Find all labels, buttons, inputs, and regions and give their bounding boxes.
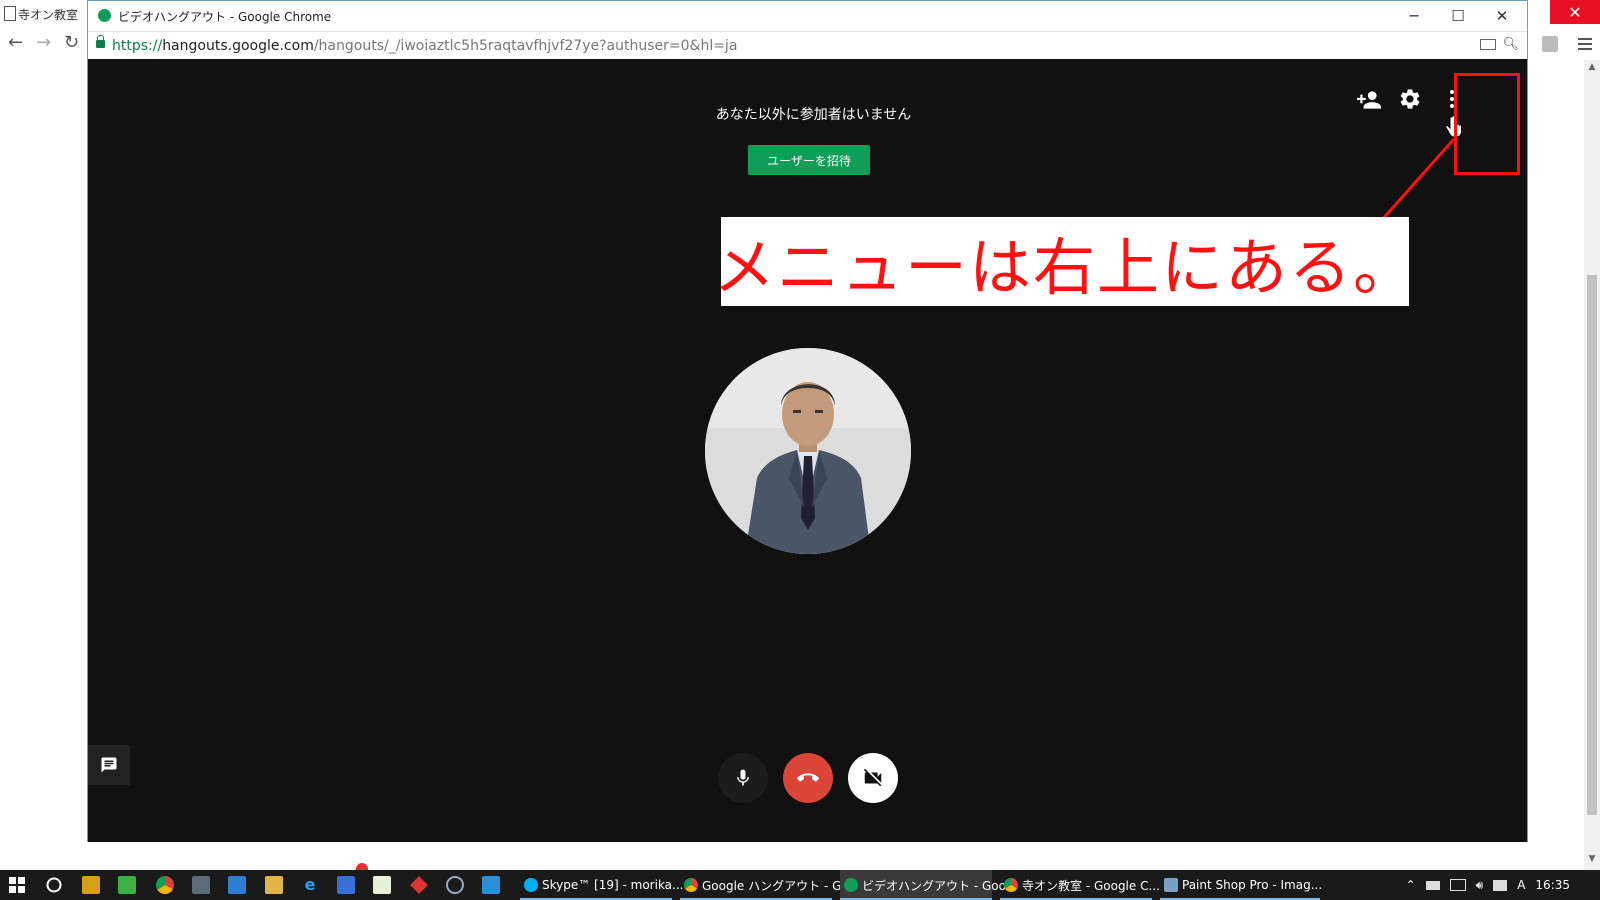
clock[interactable]: 16:35 <box>1535 878 1570 892</box>
call-area: あなた以外に参加者はいません ユーザーを招待 メニューは右上にある。 <box>88 59 1527 842</box>
pinned-app-icon[interactable] <box>337 876 355 894</box>
hang-up-icon <box>797 773 819 782</box>
camera-permission-icon[interactable] <box>1480 39 1497 50</box>
annotation-text: メニューは右上にある。 <box>713 230 1418 304</box>
pinned-app-icon[interactable] <box>82 876 100 894</box>
cortana-search-icon[interactable] <box>45 876 63 894</box>
url-text[interactable]: https://hangouts.google.com/hangouts/_/i… <box>112 38 737 54</box>
hang-up-button[interactable] <box>783 753 833 803</box>
taskbar-item-skype[interactable]: Skype™ [19] - morika... <box>520 870 683 900</box>
background-toolbar-right <box>1520 30 1600 60</box>
pinned-app-icon[interactable] <box>446 876 464 894</box>
video-off-icon <box>863 768 882 787</box>
background-nav: ← → ↻ <box>0 30 90 58</box>
hangouts-window: ビデオハングアウト - Google Chrome ─ ☐ ✕ https://… <box>87 0 1528 842</box>
background-tab-title: 寺オン教室 <box>18 7 79 22</box>
chrome-icon <box>1004 878 1018 892</box>
battery-icon[interactable] <box>1425 880 1440 890</box>
taskbar-item-video-hangout[interactable]: ビデオハングアウト - Goo... <box>840 870 1017 900</box>
pinned-app-icon[interactable] <box>192 876 210 894</box>
microphone-icon <box>737 769 749 786</box>
pinned-app-icon[interactable] <box>118 876 136 894</box>
chat-button[interactable] <box>88 745 130 785</box>
skype-icon <box>524 878 538 892</box>
chat-icon <box>101 757 117 773</box>
pinned-app-icon[interactable] <box>410 876 428 894</box>
chrome-icon[interactable] <box>156 876 174 894</box>
lock-icon <box>96 35 105 48</box>
reload-icon[interactable]: ↻ <box>64 32 79 53</box>
close-button[interactable]: ✕ <box>1487 5 1517 27</box>
camera-off-button[interactable] <box>848 753 898 803</box>
participant-avatar <box>705 348 911 554</box>
address-bar-icons: 🔍︎ <box>1480 37 1519 52</box>
file-explorer-icon[interactable] <box>265 876 283 894</box>
pinned-app-icon[interactable] <box>482 876 500 894</box>
minimize-button[interactable]: ─ <box>1399 5 1429 27</box>
pinned-app-icon[interactable] <box>228 876 246 894</box>
rss-icon[interactable] <box>1520 30 1600 60</box>
notifications-icon[interactable] <box>1493 879 1508 891</box>
page-scrollbar[interactable]: ▲ ▼ <box>1584 60 1600 870</box>
taskbar-item-google-hangouts[interactable]: Google ハングアウト - G... <box>680 870 853 900</box>
annotation-callout: メニューは右上にある。 <box>713 217 1415 306</box>
background-close-button[interactable]: ✕ <box>1550 0 1600 24</box>
taskbar-item-paint-shop-pro[interactable]: Paint Shop Pro - Imag... <box>1160 870 1322 900</box>
network-icon[interactable] <box>1449 879 1466 891</box>
background-tab[interactable]: 寺オン教室 <box>0 0 100 28</box>
microphone-button[interactable] <box>718 753 768 803</box>
back-icon[interactable]: ← <box>8 32 23 53</box>
scroll-down-icon[interactable]: ▼ <box>1584 854 1600 868</box>
forward-icon[interactable]: → <box>36 32 51 53</box>
hangouts-icon <box>844 878 858 892</box>
chevron-up-icon[interactable]: ⌃ <box>1406 878 1416 892</box>
ime-indicator[interactable]: A <box>1517 878 1525 892</box>
hangouts-icon <box>98 9 111 22</box>
maximize-button[interactable]: ☐ <box>1443 5 1473 27</box>
edge-icon[interactable]: e <box>301 876 319 894</box>
taskbar: e Skype™ [19] - morika... Google ハングアウト … <box>0 870 1600 900</box>
scrollbar-thumb[interactable] <box>1587 275 1597 815</box>
window-title: ビデオハングアウト - Google Chrome <box>118 10 332 24</box>
pinned-app-icon[interactable] <box>373 876 391 894</box>
volume-icon[interactable]: 🔊︎ <box>1476 878 1484 893</box>
address-bar[interactable]: https://hangouts.google.com/hangouts/_/i… <box>88 31 1527 61</box>
chrome-icon <box>684 878 698 892</box>
scroll-up-icon[interactable]: ▲ <box>1584 62 1600 76</box>
paintshop-icon <box>1164 878 1178 892</box>
zoom-icon[interactable]: 🔍︎ <box>1502 37 1519 52</box>
windows-start-icon[interactable] <box>8 876 26 894</box>
system-tray: ⌃ 🔊︎ A 16:35 <box>1406 870 1600 900</box>
taskbar-item-teraon-classroom[interactable]: 寺オン教室 - Google C... <box>1000 870 1160 900</box>
window-titlebar: ビデオハングアウト - Google Chrome ─ ☐ ✕ <box>88 1 1527 31</box>
document-icon <box>4 6 16 21</box>
